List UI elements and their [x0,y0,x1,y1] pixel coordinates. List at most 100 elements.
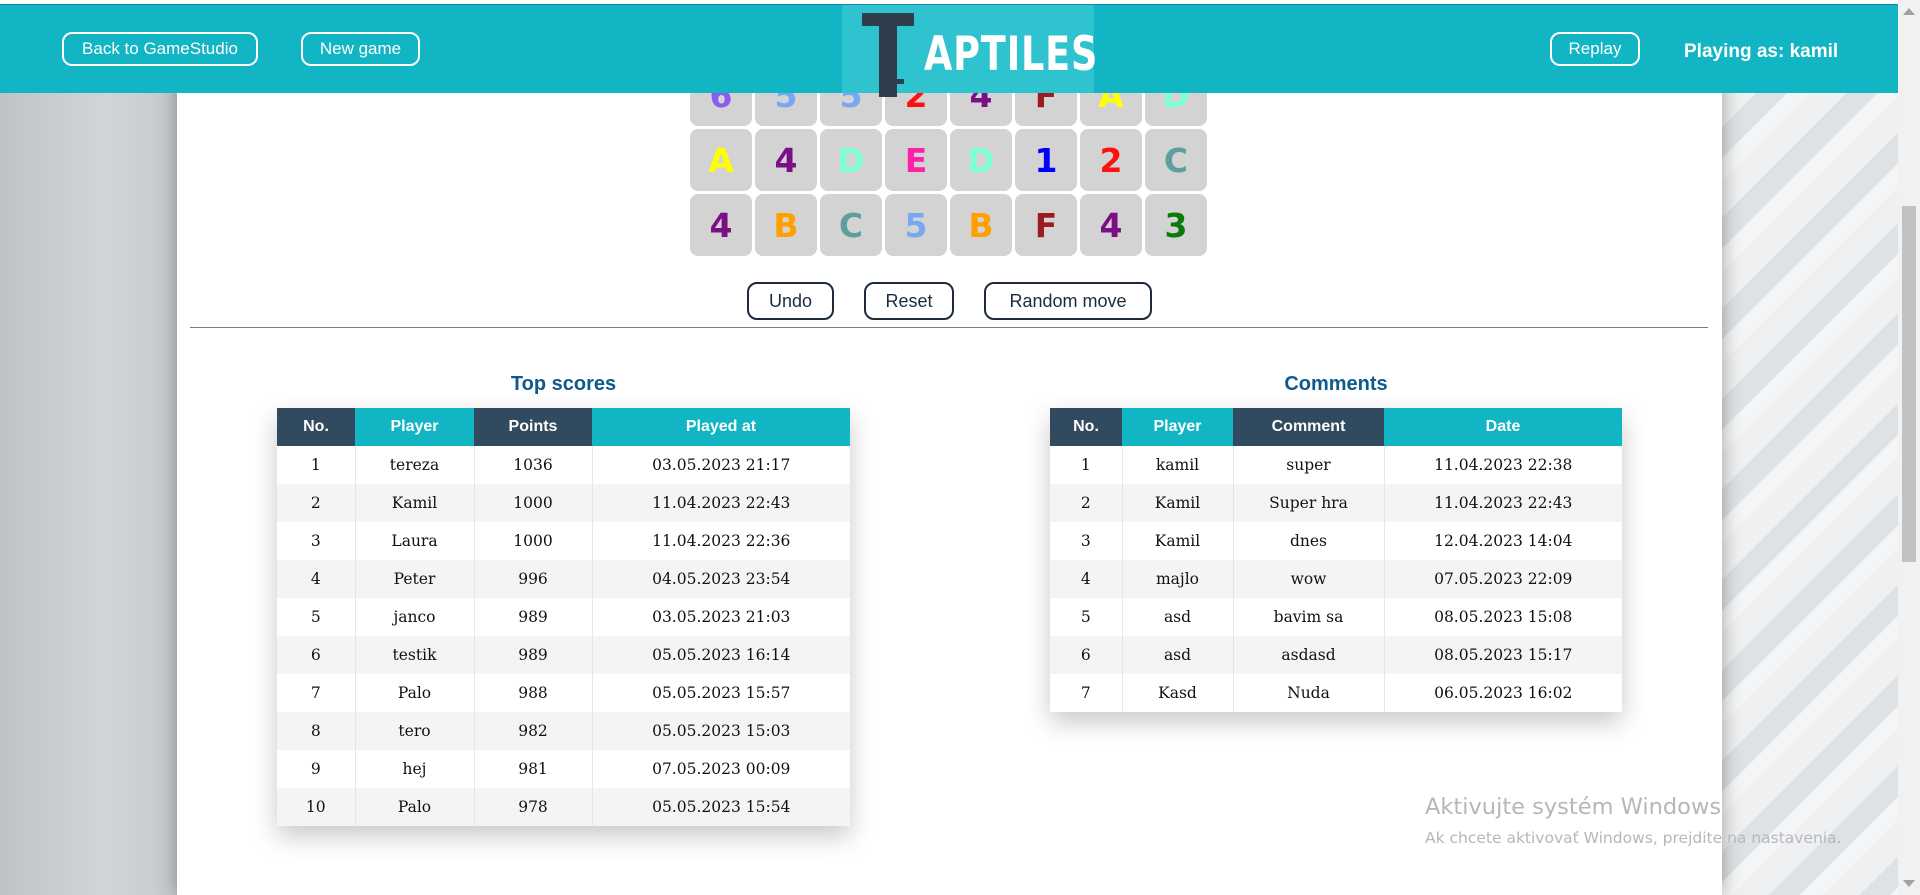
table-row: 2 Kamil Super hra 11.04.2023 22:43 [1050,484,1622,522]
scrollbar-thumb[interactable] [1902,206,1916,562]
table-cell: hej [355,750,475,788]
table-cell: 1000 [474,522,593,560]
board-tile[interactable]: 4 [690,194,752,256]
table-cell: 05.05.2023 15:03 [592,712,850,750]
table-row: 8 tero 982 05.05.2023 15:03 [277,712,850,750]
random-move-button[interactable]: Random move [984,282,1152,320]
reset-button[interactable]: Reset [864,282,954,320]
column-header-played-at: Played at [592,408,850,446]
table-cell: 978 [474,788,593,826]
board-tile[interactable]: D [950,129,1012,191]
undo-button[interactable]: Undo [747,282,834,320]
table-row: 7 Palo 988 05.05.2023 15:57 [277,674,850,712]
table-cell: super [1233,446,1385,484]
board-tile[interactable]: 1 [1015,129,1077,191]
table-cell: Kamil [1122,484,1234,522]
windows-activation-title: Aktivujte systém Windows [1425,794,1722,820]
board-tile[interactable]: 2 [1080,129,1142,191]
table-cell: 2 [277,484,356,522]
table-cell: 03.05.2023 21:17 [652,456,791,474]
table-cell: 1 [277,446,356,484]
column-header-date: Date [1384,408,1622,446]
board-tile[interactable]: F [1015,194,1077,256]
table-cell: 1 [1050,446,1123,484]
table-cell: Peter [355,560,475,598]
topbar-top-edge [0,0,1898,4]
board-tile[interactable]: B [755,194,817,256]
board-tile[interactable]: D [820,129,882,191]
table-cell: 981 [474,750,593,788]
column-header-player: Player [355,408,474,446]
board-tile[interactable]: A [690,129,752,191]
table-cell: 5 [1050,598,1123,636]
scroll-up-arrow-icon[interactable] [1903,8,1915,15]
table-cell: testik [355,636,475,674]
table-cell: 2 [1050,484,1123,522]
table-cell: 05.05.2023 16:14 [592,636,850,674]
taptiles-logo: APTILES [842,5,1097,97]
windows-activation-text: Ak chcete aktivovať Windows, prejdite na… [1425,829,1842,847]
board-tile[interactable]: 4 [755,129,817,191]
table-row: 6 testik 989 05.05.2023 16:14 [277,636,850,674]
table-cell: 4 [277,560,356,598]
table-cell: 7 [1050,674,1123,712]
table-cell: tero [355,712,475,750]
logo-wordmark: APTILES [924,27,1099,82]
table-cell: 11.04.2023 22:38 [1434,456,1573,474]
scroll-down-arrow-icon[interactable] [1903,880,1915,887]
new-game-button[interactable]: New game [301,32,420,66]
column-header-player: Player [1122,408,1233,446]
top-navigation-bar: Back to GameStudio New game APTILES Repl… [0,4,1898,97]
table-row: 4 majlo wow 07.05.2023 22:09 [1050,560,1622,598]
table-cell: 11.04.2023 22:43 [1384,484,1622,522]
table-cell: Kamil [1122,522,1234,560]
table-cell: majlo [1122,560,1234,598]
board-tile[interactable]: C [820,194,882,256]
back-to-gamestudio-button[interactable]: Back to GameStudio [62,32,258,66]
table-cell: Laura [355,522,475,560]
table-cell: Kamil [355,484,475,522]
table-cell: 5 [277,598,356,636]
table-row: 10 Palo 978 05.05.2023 15:54 [277,788,850,826]
table-cell: bavim sa [1233,598,1385,636]
board-tile[interactable]: 5 [885,194,947,256]
table-cell: 1000 [474,484,593,522]
table-cell: 10 [277,788,356,826]
board-tile[interactable]: C [1145,129,1207,191]
table-header-row: No. Player Points Played at [277,408,850,446]
table-row: 3 Laura 1000 11.04.2023 22:36 [277,522,850,560]
table-header-row: No. Player Comment Date [1050,408,1622,446]
board-tile[interactable]: 3 [1145,194,1207,256]
table-cell: 982 [474,712,593,750]
table-cell: 996 [474,560,593,598]
board-tile[interactable]: B [950,194,1012,256]
table-cell: 4 [1050,560,1123,598]
table-cell: 989 [474,598,593,636]
table-cell: 8 [277,712,356,750]
background-right [1722,0,1900,895]
table-cell: 3 [277,522,356,560]
top-scores-title: Top scores [510,373,617,395]
background-left [0,0,177,895]
playing-as-label: Playing as: kamil [1684,41,1839,62]
table-cell: Nuda [1233,674,1385,712]
top-scores-table: No. Player Points Played at 1 tereza 10 3 6 0… [277,408,850,826]
table-cell: 04.05.2023 23:54 [592,560,850,598]
table-cell: 6 [277,636,356,674]
table-cell: 7 [277,674,356,712]
table-cell: 05.05.2023 15:54 [592,788,850,826]
table-cell: tereza [355,446,475,484]
table-cell: 3 [1050,522,1123,560]
table-cell: wow [1233,560,1385,598]
column-header-comment: Comment [1233,408,1384,446]
table-cell: Palo [355,674,475,712]
board-tile[interactable]: E [885,129,947,191]
table-cell: 11.04.2023 22:36 [652,532,791,550]
replay-button[interactable]: Replay [1550,32,1640,66]
column-header-no: No. [1050,408,1122,446]
table-row: 5 asd bavim sa 08.05.2023 15:08 [1050,598,1622,636]
table-cell: 08.05.2023 15:08 [1434,608,1573,626]
board-tile[interactable]: 4 [1080,194,1142,256]
table-cell: 07.05.2023 00:09 [652,760,791,778]
table-cell: Kasd [1122,674,1234,712]
